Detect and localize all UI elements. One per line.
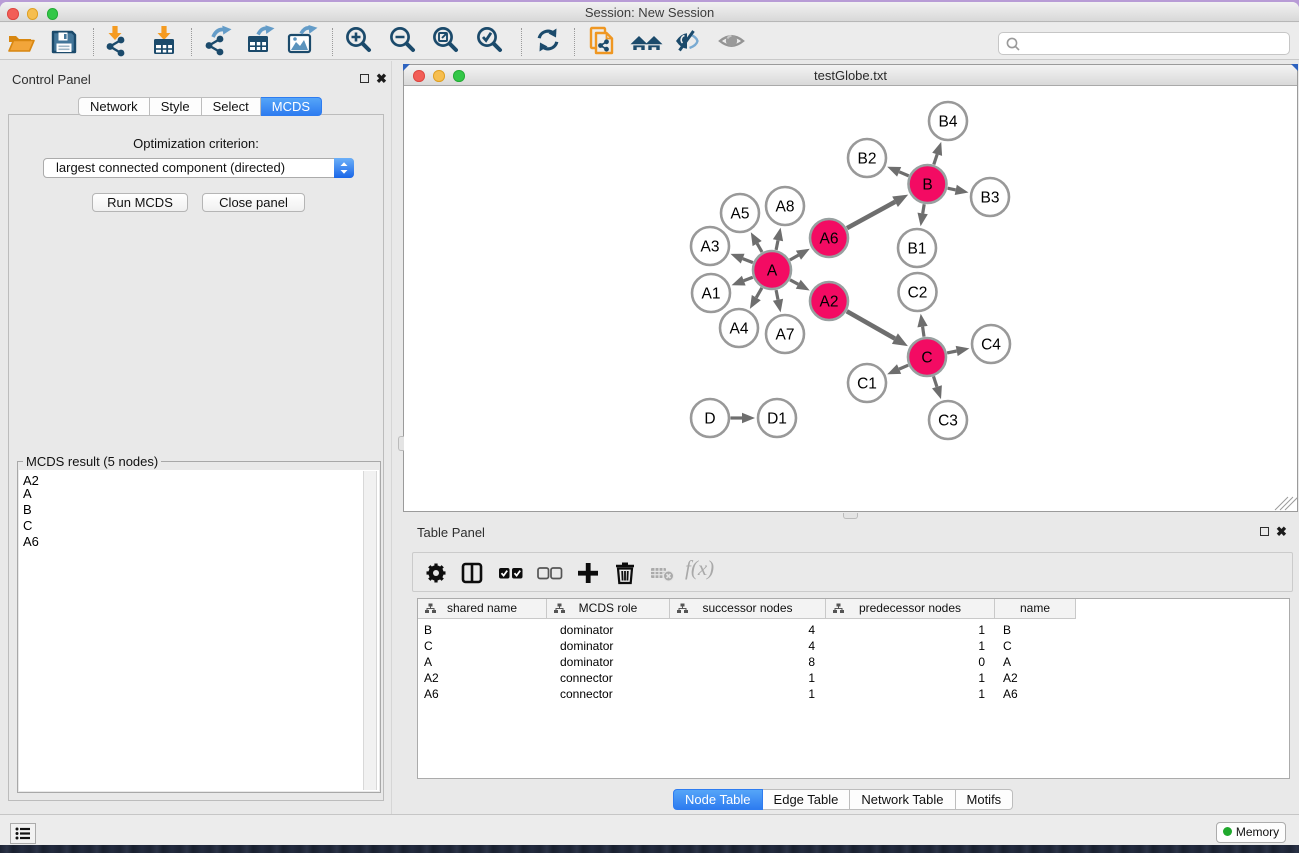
svg-text:A: A xyxy=(767,262,778,279)
svg-text:A2: A2 xyxy=(820,293,839,310)
svg-text:A8: A8 xyxy=(776,198,795,215)
svg-text:A3: A3 xyxy=(701,238,720,255)
svg-text:A6: A6 xyxy=(820,230,839,247)
svg-text:B1: B1 xyxy=(908,240,927,257)
svg-text:C2: C2 xyxy=(908,284,928,301)
svg-text:A7: A7 xyxy=(776,326,795,343)
svg-text:B4: B4 xyxy=(939,113,958,130)
svg-text:B2: B2 xyxy=(858,150,877,167)
svg-text:D: D xyxy=(704,410,715,427)
svg-text:D1: D1 xyxy=(767,410,787,427)
svg-text:A1: A1 xyxy=(702,285,721,302)
svg-text:A5: A5 xyxy=(731,205,750,222)
svg-text:C: C xyxy=(921,349,932,366)
svg-text:C1: C1 xyxy=(857,375,877,392)
svg-text:C4: C4 xyxy=(981,336,1001,353)
svg-text:B3: B3 xyxy=(981,189,1000,206)
svg-text:C3: C3 xyxy=(938,412,958,429)
svg-text:A4: A4 xyxy=(730,320,749,337)
svg-text:B: B xyxy=(922,176,932,193)
